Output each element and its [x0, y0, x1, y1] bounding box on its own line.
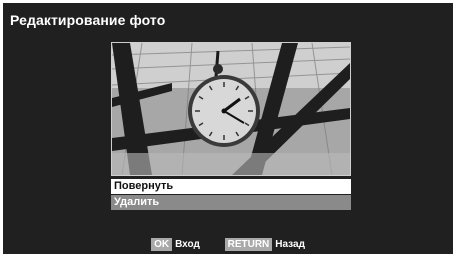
- page-title: Редактирование фото: [10, 12, 166, 28]
- photo-edit-screen: Редактирование фото Повернуть Удалить OK…: [3, 3, 453, 254]
- clock-image: [112, 43, 350, 175]
- menu-item-rotate[interactable]: Повернуть: [111, 179, 351, 194]
- ok-key[interactable]: OK: [151, 238, 173, 251]
- return-key[interactable]: RETURN: [224, 238, 273, 251]
- photo-preview: [111, 42, 351, 176]
- edit-menu: Повернуть Удалить: [111, 179, 351, 211]
- menu-item-delete[interactable]: Удалить: [111, 195, 351, 210]
- return-hint-label: Назад: [275, 239, 305, 250]
- ok-hint-label: Вход: [175, 239, 200, 250]
- footer-hints: OK Вход RETURN Назад: [3, 238, 453, 251]
